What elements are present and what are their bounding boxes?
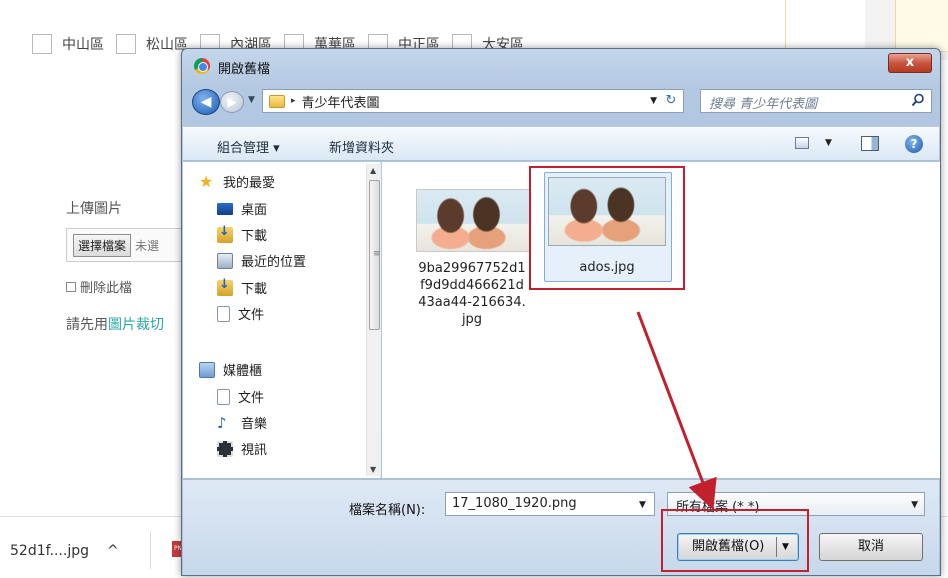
address-folder-name[interactable]: 青少年代表圖 xyxy=(302,92,380,111)
choose-file-button[interactable]: 選擇檔案 xyxy=(73,233,132,257)
folder-icon xyxy=(269,94,285,108)
students-photo-thumbnail xyxy=(417,190,529,251)
nav-item-documents[interactable]: 文件 xyxy=(217,304,264,323)
file-name-input[interactable]: 17_1080_1920.png xyxy=(445,492,655,516)
nav-item-label: 文件 xyxy=(238,308,265,323)
help-icon[interactable]: ? xyxy=(905,135,923,153)
new-folder-button[interactable]: 新增資料夾 xyxy=(329,137,394,156)
nav-item-label: 音樂 xyxy=(241,417,268,432)
address-dropdown-icon[interactable]: ▼ xyxy=(650,96,657,106)
checkbox-box[interactable] xyxy=(116,34,136,54)
preview-pane-icon[interactable] xyxy=(861,136,879,151)
file-input[interactable]: 選擇檔案 未選 xyxy=(66,228,196,262)
background-note-panel xyxy=(895,0,948,52)
scroll-thumb[interactable]: ≡ xyxy=(369,180,381,330)
dialog-bottom-area: 檔案名稱(N): 17_1080_1920.png ▼ 所有檔案 (*.*) ▼… xyxy=(183,479,939,575)
no-file-text: 未選 xyxy=(135,238,160,253)
nav-scrollbar[interactable]: ▲ ≡ ▼ xyxy=(366,164,381,476)
search-input[interactable]: 搜尋 青少年代表圖 xyxy=(700,89,932,113)
file-name-line: jpg xyxy=(461,312,483,327)
delete-file-option[interactable]: 刪除此檔 xyxy=(66,277,132,296)
downloads-icon xyxy=(217,277,233,296)
checkbox-box[interactable] xyxy=(32,34,52,54)
refresh-icon[interactable]: ↻ xyxy=(661,92,681,110)
file-name-label: 檔案名稱(N): xyxy=(349,503,426,518)
document-icon xyxy=(217,305,230,322)
library-icon xyxy=(199,361,215,378)
file-name-dropdown-icon[interactable]: ▼ xyxy=(639,500,646,510)
nav-item-videos[interactable]: 視訊 xyxy=(217,439,267,458)
nav-item-desktop[interactable]: 桌面 xyxy=(217,199,267,218)
organize-menu[interactable]: 組合管理 ▾ xyxy=(217,137,280,156)
cancel-button[interactable]: 取消 xyxy=(819,533,923,561)
downloads-icon xyxy=(217,224,233,243)
nav-item-label: 視訊 xyxy=(241,443,268,458)
file-thumbnail-0[interactable] xyxy=(416,189,530,252)
scroll-grip-icon: ≡ xyxy=(373,249,381,259)
hint-prefix: 請先用 xyxy=(66,317,108,333)
nav-item-library-documents[interactable]: 文件 xyxy=(217,387,264,406)
crop-hint: 請先用圖片裁切 xyxy=(66,314,164,334)
chrome-icon xyxy=(194,58,210,74)
nav-item-libraries[interactable]: 媒體櫃 xyxy=(199,360,262,379)
district-label: 中山區 xyxy=(62,37,104,53)
delete-checkbox[interactable] xyxy=(66,281,76,292)
search-icon[interactable] xyxy=(911,93,925,107)
star-icon: ★ xyxy=(199,171,214,191)
view-dropdown-icon[interactable]: ▼ xyxy=(825,138,832,148)
history-dropdown-icon[interactable]: ▼ xyxy=(248,95,255,105)
district-checkbox-0[interactable]: 中山區 xyxy=(32,34,104,54)
change-view-icon[interactable] xyxy=(795,137,809,149)
nav-item-recent-places[interactable]: 最近的位置 xyxy=(217,251,306,270)
address-bar[interactable]: ▸ 青少年代表圖 ▼ ↻ xyxy=(262,89,684,113)
chevron-up-icon[interactable]: ^ xyxy=(107,543,119,559)
desktop-icon xyxy=(217,202,233,215)
nav-item-label: 文件 xyxy=(238,391,265,406)
path-separator-icon[interactable]: ▸ xyxy=(291,96,296,106)
nav-item-favorites[interactable]: ★ 我的最愛 xyxy=(199,172,275,191)
image-crop-link[interactable]: 圖片裁切 xyxy=(108,317,164,333)
nav-item-label: 媒體櫃 xyxy=(223,364,263,379)
nav-item-label: 最近的位置 xyxy=(241,255,307,270)
navigation-row: ◀ ▶ ▼ ▸ 青少年代表圖 ▼ ↻ 搜尋 青少年代表圖 xyxy=(190,87,932,117)
search-placeholder: 搜尋 青少年代表圖 xyxy=(709,97,818,112)
nav-item-label: 我的最愛 xyxy=(223,176,276,191)
dialog-title: 開啟舊檔 xyxy=(218,62,271,77)
download-item[interactable]: 52d1f....jpg ^ xyxy=(10,543,119,559)
recent-places-icon xyxy=(217,252,233,269)
nav-item-label: 下載 xyxy=(241,229,268,244)
nav-item-label: 下載 xyxy=(241,282,268,297)
navigation-pane: ★ 我的最愛 桌面 下載 最近的位置 下載 文件 媒體櫃 文件 ♪ 音樂 視訊 ▲ … xyxy=(183,162,381,478)
file-name-line: 43aa44-216634. xyxy=(418,295,526,310)
open-file-dialog: 開啟舊檔 x ◀ ▶ ▼ ▸ 青少年代表圖 ▼ ↻ 搜尋 青少年代表圖 組合管理… xyxy=(181,48,941,576)
file-name-line: 9ba29967752d1 xyxy=(418,261,526,276)
file-name-0[interactable]: 9ba29967752d1 f9d9dd466621d 43aa44-21663… xyxy=(396,260,548,328)
file-name-line: f9d9dd466621d xyxy=(420,278,524,293)
nav-item-downloads[interactable]: 下載 xyxy=(217,224,268,244)
open-button-highlight-box xyxy=(661,509,809,572)
music-icon: ♪ xyxy=(217,413,227,432)
scroll-up-icon[interactable]: ▲ xyxy=(370,166,376,175)
upload-image-label: 上傳圖片 xyxy=(66,201,122,217)
dialog-toolbar: 組合管理 ▾ 新增資料夾 ▼ ? xyxy=(183,127,939,161)
file-highlight-box xyxy=(529,166,685,290)
nav-item-label: 桌面 xyxy=(241,203,268,218)
district-checkbox-1[interactable]: 松山區 xyxy=(116,34,188,54)
dialog-title-bar[interactable]: 開啟舊檔 x xyxy=(182,49,940,83)
forward-button[interactable]: ▶ xyxy=(220,91,244,113)
close-button[interactable]: x xyxy=(888,53,932,73)
back-button[interactable]: ◀ xyxy=(192,89,220,115)
download-separator xyxy=(150,531,151,569)
delete-label: 刪除此檔 xyxy=(80,281,133,296)
download-file-name: 52d1f....jpg xyxy=(10,543,89,559)
nav-item-downloads-2[interactable]: 下載 xyxy=(217,277,268,297)
video-icon xyxy=(217,440,233,457)
document-icon xyxy=(217,388,230,405)
scroll-down-icon[interactable]: ▼ xyxy=(370,465,376,474)
file-type-dropdown-icon[interactable]: ▼ xyxy=(911,500,918,510)
nav-item-music[interactable]: ♪ 音樂 xyxy=(217,413,268,433)
